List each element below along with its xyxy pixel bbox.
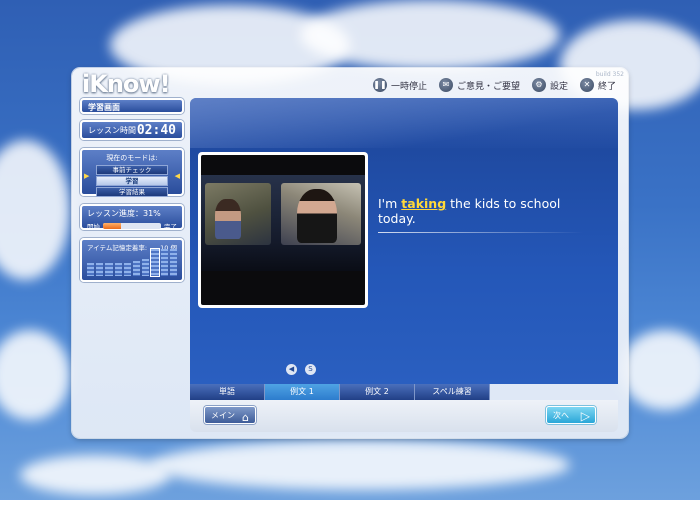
next-label: 次へ [553,411,569,420]
cloud [150,440,570,490]
lesson-time-value: 02:40 [136,122,176,138]
main-menu-button[interactable]: メイン ⌂ [204,406,256,424]
memory-bar [96,263,104,276]
feedback-label: ご意見・ご要望 [456,81,520,92]
memory-bar [123,263,132,276]
play-audio-icon[interactable]: ◀ [286,364,297,375]
memory-bar [160,249,168,276]
memory-bar [142,259,150,276]
build-label: build 352 [595,71,624,78]
main-menu-label: メイン [211,411,235,420]
lesson-panel: I'm taking the kids to school today. ◀ S [190,98,618,384]
feedback-button[interactable]: ✉ ご意見・ご要望 [438,78,520,92]
tab-spelling[interactable]: スペル練習 [415,384,490,400]
lesson-photo-frame [198,152,368,308]
exit-icon: ✕ [579,78,594,92]
feedback-icon: ✉ [438,78,453,92]
desktop-bottom-strip [0,500,700,510]
arrow-left-icon: ◀ [174,172,180,180]
memory-bar [87,263,95,276]
memory-bar [114,263,122,276]
cloud [620,330,700,410]
progress-fill [103,223,121,229]
progress-track [103,223,161,229]
sentence-highlight-word[interactable]: taking [401,196,446,211]
mode-label: 現在のモードは: [106,154,158,162]
play-next-icon: ▷ [580,409,590,423]
pause-label: 一時停止 [390,81,427,92]
memory-bar [169,249,178,276]
cloud [300,0,560,70]
sidebar-title: 学習画面 [80,98,184,114]
memory-panel: アイテム記憶定着率: 10 個 [80,238,184,282]
memory-bar [150,248,160,277]
progress-panel: レッスン進度：31% 開始 完了 [80,204,184,231]
example-sentence: I'm taking the kids to school today. [378,196,598,226]
lesson-photo [201,155,365,305]
arrow-right-icon: ▶ [84,172,90,180]
mode-panel: 現在のモードは: 事前チェック 学習 学習結果 ▶ ◀ [80,148,184,197]
sentence-underline [378,232,583,233]
pause-icon: ❚❚ [372,78,387,92]
tab-example-2[interactable]: 例文 2 [340,384,415,400]
lesson-tabs: 単語 例文 1 例文 2 スペル練習 [190,384,490,400]
memory-bar [133,260,141,276]
woman-figure [297,189,337,243]
mode-item-precheck: 事前チェック [96,165,168,175]
tab-words[interactable]: 単語 [190,384,265,400]
progress-end-label: 完了 [164,223,177,231]
panel-wave-decoration [190,98,618,148]
mode-item-study: 学習 [96,176,168,186]
child-figure [215,199,241,239]
memory-bar [105,263,113,276]
sentence-before: I'm [378,196,402,211]
slow-audio-icon[interactable]: S [305,364,316,375]
progress-label: レッスン進度：31% [87,209,161,218]
app-window: iKnow! build 352 ❚❚ 一時停止 ✉ ご意見・ご要望 ⚙ 設定 … [72,68,628,438]
memory-bars [87,248,178,277]
home-icon: ⌂ [242,411,249,424]
settings-button[interactable]: ⚙ 設定 [531,78,568,92]
mode-item-results: 学習結果 [96,187,168,197]
cloud [20,455,170,495]
bottom-bar: メイン ⌂ 次へ ▷ [190,400,618,432]
next-button[interactable]: 次へ ▷ [546,406,596,424]
app-logo: iKnow! [82,70,171,98]
settings-icon: ⚙ [531,78,546,92]
cloud [0,140,70,280]
lesson-time-label: レッスン時間 [88,125,136,135]
settings-label: 設定 [549,81,568,92]
exit-button[interactable]: ✕ 終了 [579,78,616,92]
cloud [0,330,70,420]
exit-label: 終了 [597,81,616,92]
lesson-time-panel: レッスン時間 02:40 [80,120,184,140]
pause-button[interactable]: ❚❚ 一時停止 [372,78,427,92]
audio-controls: ◀ S [286,364,316,375]
toolbar: ❚❚ 一時停止 ✉ ご意見・ご要望 ⚙ 設定 ✕ 終了 [372,78,616,92]
tab-example-1[interactable]: 例文 1 [265,384,340,400]
progress-start-label: 開始 [87,223,100,231]
